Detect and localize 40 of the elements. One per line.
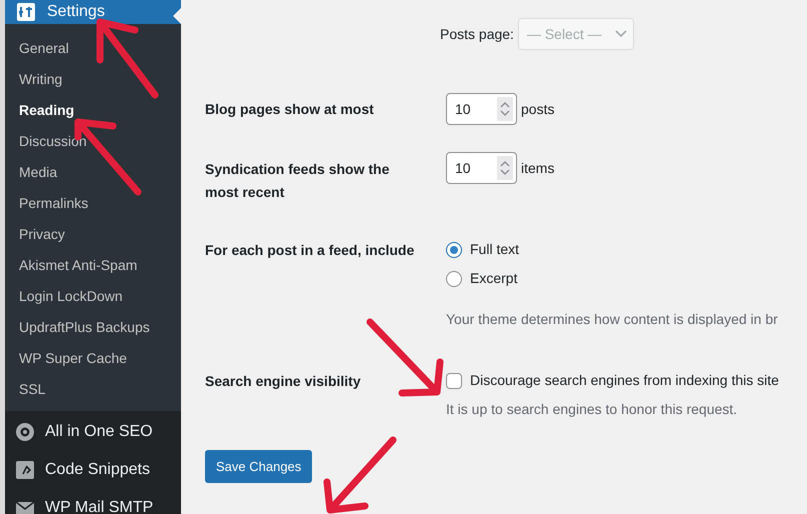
- checkbox-option[interactable]: Discourage search engines from indexing this site: [446, 370, 779, 391]
- number-field[interactable]: 10: [446, 152, 517, 184]
- settings-menu-item[interactable]: Settings: [5, 0, 181, 24]
- sidebar-item[interactable]: Akismet Anti-Spam: [5, 250, 181, 281]
- unit-label: posts: [521, 100, 554, 119]
- setting-label: Blog pages show at most: [205, 100, 375, 119]
- sidebar-item[interactable]: WP Super Cache: [5, 343, 181, 374]
- sidebar-item[interactable]: General: [5, 33, 181, 64]
- sidebar-menu-item[interactable]: All in One SEO: [5, 413, 181, 451]
- chevron-down-icon: [614, 30, 627, 38]
- description-text: Your theme determines how content is displayed in br: [446, 310, 778, 329]
- setting-label: Syndication feeds show the most recent: [205, 160, 390, 202]
- sidebar-item[interactable]: Login LockDown: [5, 281, 181, 312]
- sidebar-menu-item[interactable]: Code Snippets: [5, 451, 181, 489]
- save-changes-button[interactable]: Save Changes: [205, 450, 312, 483]
- gear-icon: [15, 422, 35, 442]
- radio-option[interactable]: Full text: [446, 239, 778, 260]
- setting-label: Search engine visibility: [205, 372, 362, 391]
- unit-label: items: [521, 158, 554, 178]
- sidebar-item[interactable]: UpdraftPlus Backups: [5, 312, 181, 343]
- number-field[interactable]: 10: [446, 93, 517, 125]
- description-text: It is up to search engines to honor this request.: [446, 400, 738, 419]
- sidebar-menu-item[interactable]: WP Mail SMTP: [5, 489, 181, 514]
- field-label: Posts page:: [440, 24, 514, 44]
- setting-label: For each post in a feed, include: [205, 241, 416, 260]
- sidebar-item[interactable]: SSL: [5, 374, 181, 405]
- sidebar-item[interactable]: Privacy: [5, 219, 181, 250]
- radio-option[interactable]: Excerpt: [446, 268, 778, 289]
- checkbox[interactable]: [446, 372, 462, 388]
- sidebar-item[interactable]: Media: [5, 157, 181, 188]
- sidebar-item[interactable]: Reading: [5, 95, 181, 126]
- sidebar-item[interactable]: Writing: [5, 64, 181, 95]
- spinner-icon: [500, 160, 510, 176]
- radio-button[interactable]: [446, 242, 462, 258]
- radio-button[interactable]: [446, 270, 462, 286]
- spinner-icon: [500, 101, 510, 117]
- settings-icon: [17, 3, 35, 21]
- sidebar-item[interactable]: Discussion: [5, 126, 181, 157]
- code-icon: [15, 460, 35, 480]
- sidebar-item[interactable]: Permalinks: [5, 188, 181, 219]
